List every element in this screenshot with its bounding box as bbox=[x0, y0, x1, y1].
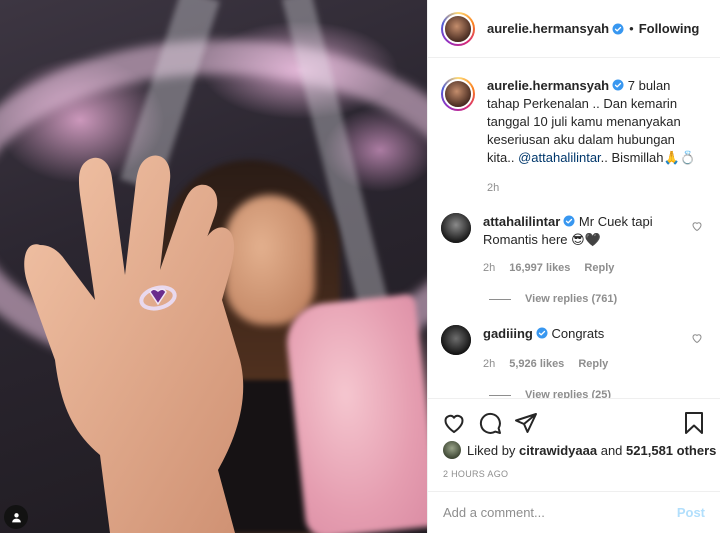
add-comment-bar: Post bbox=[428, 491, 720, 533]
author-avatar[interactable] bbox=[441, 11, 475, 46]
following-button[interactable]: Following bbox=[639, 21, 700, 36]
commenter-avatar[interactable] bbox=[441, 325, 471, 355]
post-timestamp[interactable]: 2 HOURS AGO bbox=[443, 469, 508, 479]
header-separator: • bbox=[629, 21, 634, 36]
heart-icon[interactable] bbox=[442, 411, 466, 435]
verified-badge-icon bbox=[536, 327, 548, 339]
replies-divider bbox=[489, 394, 511, 396]
comment-item: gadiiing Congrats 2h 5,926 likes Reply bbox=[428, 325, 720, 373]
liker-username[interactable]: citrawidyaaa bbox=[519, 443, 597, 458]
commenter-username[interactable]: attahalilintar bbox=[483, 214, 560, 229]
comment-input[interactable] bbox=[443, 505, 677, 520]
view-replies-label: View replies (25) bbox=[525, 389, 612, 398]
comment-time[interactable]: 2h bbox=[483, 355, 495, 373]
liker-avatar[interactable] bbox=[443, 441, 461, 459]
likes-others[interactable]: 521,581 others bbox=[626, 443, 716, 458]
author-username[interactable]: aurelie.hermansyah bbox=[487, 21, 609, 36]
user-tag-icon bbox=[11, 512, 21, 522]
comment-text: Congrats bbox=[551, 326, 605, 341]
comment-time[interactable]: 2h bbox=[483, 259, 495, 277]
caption-avatar[interactable] bbox=[441, 77, 475, 111]
replies-divider bbox=[489, 298, 511, 300]
view-replies-button[interactable]: View replies (25) bbox=[489, 389, 720, 398]
post-header: aurelie.hermansyah • Following bbox=[428, 0, 720, 58]
comment-likes[interactable]: 5,926 likes bbox=[509, 355, 564, 373]
caption-row: aurelie.hermansyah 7 bulan tahap Perkena… bbox=[428, 77, 720, 197]
verified-badge-icon bbox=[612, 23, 624, 34]
post-comment-button[interactable]: Post bbox=[677, 505, 705, 520]
post-side-panel: aurelie.hermansyah • Following aurelie.h… bbox=[427, 0, 720, 533]
caption-mention[interactable]: @attahalilintar bbox=[518, 150, 601, 165]
comment-icon[interactable] bbox=[478, 411, 502, 435]
verified-badge-icon bbox=[563, 215, 575, 227]
post-photo[interactable] bbox=[0, 0, 427, 533]
view-replies-button[interactable]: View replies (761) bbox=[489, 293, 720, 305]
share-icon[interactable] bbox=[514, 411, 538, 435]
caption-time[interactable]: 2h bbox=[487, 179, 499, 197]
hand-with-ring bbox=[24, 155, 244, 533]
commenter-username[interactable]: gadiiing bbox=[483, 326, 533, 341]
comment-item: attahalilintar Mr Cuek tapi Romantis her… bbox=[428, 213, 720, 277]
comment-like-heart-icon[interactable] bbox=[691, 332, 703, 344]
reply-button[interactable]: Reply bbox=[584, 259, 614, 277]
commenter-avatar[interactable] bbox=[441, 213, 471, 243]
bookmark-icon[interactable] bbox=[682, 411, 706, 435]
user-tag-button[interactable] bbox=[4, 505, 28, 529]
caption-tail: .. Bismillah🙏💍 bbox=[600, 150, 696, 165]
comments-list[interactable]: aurelie.hermansyah 7 bulan tahap Perkena… bbox=[428, 58, 720, 398]
likes-conj: and bbox=[600, 442, 623, 458]
view-replies-label: View replies (761) bbox=[525, 293, 618, 305]
likes-prefix: Liked by bbox=[467, 442, 516, 458]
caption-username[interactable]: aurelie.hermansyah bbox=[487, 78, 609, 93]
reply-button[interactable]: Reply bbox=[578, 355, 608, 373]
comment-likes[interactable]: 16,997 likes bbox=[509, 259, 570, 277]
post-actions-bar bbox=[428, 398, 720, 446]
comment-like-heart-icon[interactable] bbox=[691, 220, 703, 232]
verified-badge-icon bbox=[612, 79, 624, 91]
likes-summary: Liked by citrawidyaaa and 521,581 others bbox=[443, 441, 716, 459]
